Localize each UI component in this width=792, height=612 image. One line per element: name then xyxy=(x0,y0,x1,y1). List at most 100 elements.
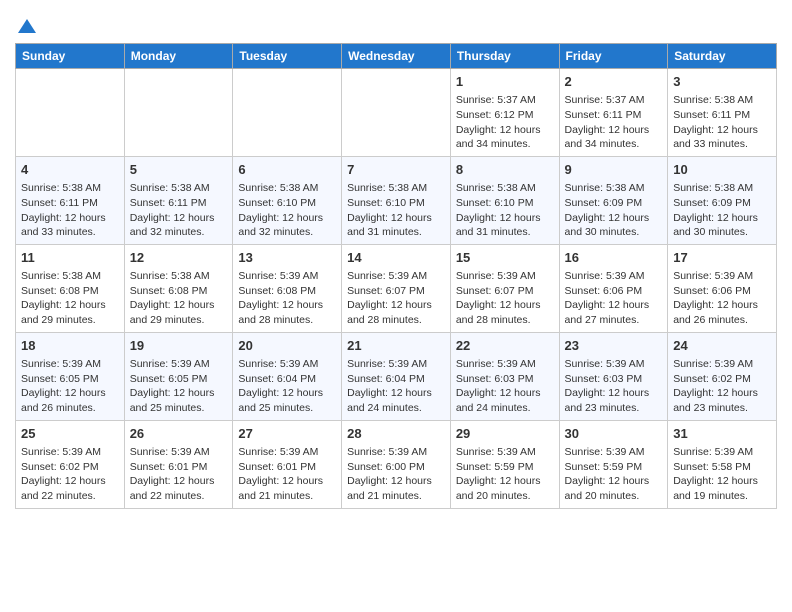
day-info: Sunrise: 5:39 AM Sunset: 6:04 PM Dayligh… xyxy=(238,357,336,416)
calendar-week-1: 1 Sunrise: 5:37 AM Sunset: 6:12 PM Daylig… xyxy=(16,69,777,157)
day-number: 10 xyxy=(673,161,771,179)
day-info: Sunrise: 5:39 AM Sunset: 6:03 PM Dayligh… xyxy=(456,357,554,416)
day-info: Sunrise: 5:39 AM Sunset: 6:05 PM Dayligh… xyxy=(21,357,119,416)
calendar-cell: 30 Sunrise: 5:39 AM Sunset: 5:59 PM Dayli… xyxy=(559,420,668,508)
day-info: Sunrise: 5:39 AM Sunset: 6:07 PM Dayligh… xyxy=(456,269,554,328)
day-number: 23 xyxy=(565,337,663,355)
calendar-cell: 12 Sunrise: 5:38 AM Sunset: 6:08 PM Dayli… xyxy=(124,244,233,332)
calendar-cell: 4 Sunrise: 5:38 AM Sunset: 6:11 PM Daylig… xyxy=(16,156,125,244)
day-number: 6 xyxy=(238,161,336,179)
day-info: Sunrise: 5:39 AM Sunset: 6:00 PM Dayligh… xyxy=(347,445,445,504)
calendar-cell: 23 Sunrise: 5:39 AM Sunset: 6:03 PM Dayli… xyxy=(559,332,668,420)
day-info: Sunrise: 5:38 AM Sunset: 6:10 PM Dayligh… xyxy=(347,181,445,240)
day-number: 5 xyxy=(130,161,228,179)
calendar-header-tuesday: Tuesday xyxy=(233,44,342,69)
day-info: Sunrise: 5:38 AM Sunset: 6:09 PM Dayligh… xyxy=(673,181,771,240)
day-info: Sunrise: 5:39 AM Sunset: 5:59 PM Dayligh… xyxy=(565,445,663,504)
calendar-cell: 5 Sunrise: 5:38 AM Sunset: 6:11 PM Daylig… xyxy=(124,156,233,244)
calendar-cell: 7Sunrise: 5:38 AM Sunset: 6:10 PM Daylig… xyxy=(342,156,451,244)
day-info: Sunrise: 5:39 AM Sunset: 6:01 PM Dayligh… xyxy=(238,445,336,504)
calendar-cell: 11Sunrise: 5:38 AM Sunset: 6:08 PM Dayli… xyxy=(16,244,125,332)
calendar-header-monday: Monday xyxy=(124,44,233,69)
day-info: Sunrise: 5:39 AM Sunset: 5:58 PM Dayligh… xyxy=(673,445,771,504)
day-info: Sunrise: 5:37 AM Sunset: 6:12 PM Dayligh… xyxy=(456,93,554,152)
calendar-cell: 28 Sunrise: 5:39 AM Sunset: 6:00 PM Dayli… xyxy=(342,420,451,508)
day-number: 28 xyxy=(347,425,445,443)
day-number: 9 xyxy=(565,161,663,179)
day-info: Sunrise: 5:39 AM Sunset: 6:06 PM Dayligh… xyxy=(565,269,663,328)
calendar-cell: 14Sunrise: 5:39 AM Sunset: 6:07 PM Dayli… xyxy=(342,244,451,332)
day-number: 19 xyxy=(130,337,228,355)
day-info: Sunrise: 5:38 AM Sunset: 6:09 PM Dayligh… xyxy=(565,181,663,240)
calendar-cell: 29 Sunrise: 5:39 AM Sunset: 5:59 PM Dayli… xyxy=(450,420,559,508)
calendar-week-5: 25 Sunrise: 5:39 AM Sunset: 6:02 PM Dayli… xyxy=(16,420,777,508)
calendar-cell xyxy=(16,69,125,157)
calendar-cell: 13Sunrise: 5:39 AM Sunset: 6:08 PM Dayli… xyxy=(233,244,342,332)
calendar-header-friday: Friday xyxy=(559,44,668,69)
day-info: Sunrise: 5:39 AM Sunset: 6:06 PM Dayligh… xyxy=(673,269,771,328)
calendar-cell: 6 Sunrise: 5:38 AM Sunset: 6:10 PM Daylig… xyxy=(233,156,342,244)
calendar-header-thursday: Thursday xyxy=(450,44,559,69)
day-info: Sunrise: 5:38 AM Sunset: 6:10 PM Dayligh… xyxy=(238,181,336,240)
calendar-cell: 1 Sunrise: 5:37 AM Sunset: 6:12 PM Daylig… xyxy=(450,69,559,157)
calendar-cell: 19 Sunrise: 5:39 AM Sunset: 6:05 PM Dayli… xyxy=(124,332,233,420)
calendar-cell xyxy=(124,69,233,157)
calendar-cell: 22 Sunrise: 5:39 AM Sunset: 6:03 PM Dayli… xyxy=(450,332,559,420)
calendar-cell xyxy=(233,69,342,157)
day-number: 22 xyxy=(456,337,554,355)
day-number: 26 xyxy=(130,425,228,443)
calendar-cell: 21 Sunrise: 5:39 AM Sunset: 6:04 PM Dayli… xyxy=(342,332,451,420)
day-number: 1 xyxy=(456,73,554,91)
day-number: 27 xyxy=(238,425,336,443)
calendar-cell xyxy=(342,69,451,157)
day-info: Sunrise: 5:39 AM Sunset: 6:05 PM Dayligh… xyxy=(130,357,228,416)
day-info: Sunrise: 5:38 AM Sunset: 6:11 PM Dayligh… xyxy=(21,181,119,240)
calendar-cell: 3Sunrise: 5:38 AM Sunset: 6:11 PM Daylig… xyxy=(668,69,777,157)
day-number: 8 xyxy=(456,161,554,179)
day-number: 12 xyxy=(130,249,228,267)
calendar-cell: 2Sunrise: 5:37 AM Sunset: 6:11 PM Daylig… xyxy=(559,69,668,157)
day-info: Sunrise: 5:38 AM Sunset: 6:08 PM Dayligh… xyxy=(130,269,228,328)
day-number: 30 xyxy=(565,425,663,443)
day-info: Sunrise: 5:39 AM Sunset: 6:07 PM Dayligh… xyxy=(347,269,445,328)
day-number: 4 xyxy=(21,161,119,179)
calendar-header-wednesday: Wednesday xyxy=(342,44,451,69)
calendar-week-4: 18 Sunrise: 5:39 AM Sunset: 6:05 PM Dayli… xyxy=(16,332,777,420)
logo xyxy=(15,15,38,33)
day-number: 18 xyxy=(21,337,119,355)
calendar-cell: 10 Sunrise: 5:38 AM Sunset: 6:09 PM Dayli… xyxy=(668,156,777,244)
calendar-cell: 18 Sunrise: 5:39 AM Sunset: 6:05 PM Dayli… xyxy=(16,332,125,420)
day-number: 16 xyxy=(565,249,663,267)
day-info: Sunrise: 5:39 AM Sunset: 6:02 PM Dayligh… xyxy=(673,357,771,416)
day-info: Sunrise: 5:39 AM Sunset: 6:08 PM Dayligh… xyxy=(238,269,336,328)
calendar-header-sunday: Sunday xyxy=(16,44,125,69)
calendar-cell: 25 Sunrise: 5:39 AM Sunset: 6:02 PM Dayli… xyxy=(16,420,125,508)
day-number: 20 xyxy=(238,337,336,355)
day-number: 29 xyxy=(456,425,554,443)
page-container: SundayMondayTuesdayWednesdayThursdayFrid… xyxy=(15,15,777,509)
day-number: 21 xyxy=(347,337,445,355)
day-info: Sunrise: 5:39 AM Sunset: 6:02 PM Dayligh… xyxy=(21,445,119,504)
calendar-cell: 31 Sunrise: 5:39 AM Sunset: 5:58 PM Dayli… xyxy=(668,420,777,508)
day-info: Sunrise: 5:39 AM Sunset: 6:03 PM Dayligh… xyxy=(565,357,663,416)
day-number: 17 xyxy=(673,249,771,267)
day-info: Sunrise: 5:39 AM Sunset: 5:59 PM Dayligh… xyxy=(456,445,554,504)
day-info: Sunrise: 5:38 AM Sunset: 6:10 PM Dayligh… xyxy=(456,181,554,240)
calendar-header-row: SundayMondayTuesdayWednesdayThursdayFrid… xyxy=(16,44,777,69)
day-info: Sunrise: 5:39 AM Sunset: 6:01 PM Dayligh… xyxy=(130,445,228,504)
calendar-cell: 17 Sunrise: 5:39 AM Sunset: 6:06 PM Dayli… xyxy=(668,244,777,332)
header xyxy=(15,15,777,33)
calendar-cell: 20 Sunrise: 5:39 AM Sunset: 6:04 PM Dayli… xyxy=(233,332,342,420)
calendar-cell: 9 Sunrise: 5:38 AM Sunset: 6:09 PM Daylig… xyxy=(559,156,668,244)
day-number: 25 xyxy=(21,425,119,443)
calendar-cell: 8 Sunrise: 5:38 AM Sunset: 6:10 PM Daylig… xyxy=(450,156,559,244)
day-number: 31 xyxy=(673,425,771,443)
day-info: Sunrise: 5:38 AM Sunset: 6:11 PM Dayligh… xyxy=(130,181,228,240)
day-info: Sunrise: 5:39 AM Sunset: 6:04 PM Dayligh… xyxy=(347,357,445,416)
day-number: 15 xyxy=(456,249,554,267)
calendar-week-2: 4 Sunrise: 5:38 AM Sunset: 6:11 PM Daylig… xyxy=(16,156,777,244)
calendar-cell: 24Sunrise: 5:39 AM Sunset: 6:02 PM Dayli… xyxy=(668,332,777,420)
day-info: Sunrise: 5:38 AM Sunset: 6:08 PM Dayligh… xyxy=(21,269,119,328)
logo-icon xyxy=(16,15,38,37)
calendar-cell: 15 Sunrise: 5:39 AM Sunset: 6:07 PM Dayli… xyxy=(450,244,559,332)
